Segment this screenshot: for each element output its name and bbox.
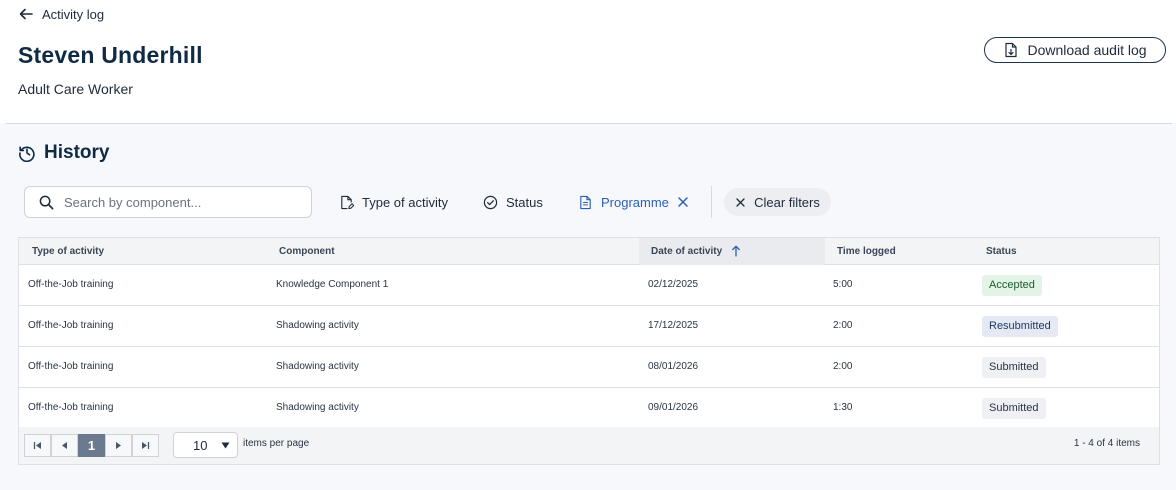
- cell-time: 1:30: [833, 402, 853, 413]
- page-header: Activity log Steven Underhill Adult Care…: [0, 0, 1176, 123]
- chevron-right-icon: [116, 442, 121, 449]
- cell-type: Off-the-Job training: [28, 402, 114, 413]
- items-per-page-label: items per page: [243, 438, 310, 449]
- cell-time: 2:00: [833, 320, 853, 331]
- filter-separator: [711, 186, 712, 218]
- last-page-button[interactable]: [132, 434, 159, 457]
- first-page-button[interactable]: [24, 434, 51, 457]
- arrow-up-icon[interactable]: [731, 245, 741, 257]
- cell-component: Shadowing activity: [276, 320, 359, 331]
- cell-type: Off-the-Job training: [28, 361, 114, 372]
- column-header-type[interactable]: Type of activity: [32, 238, 104, 265]
- close-icon[interactable]: [676, 195, 690, 209]
- clock-history-icon: [19, 146, 35, 162]
- activity-table: Type of activity Component Date of activ…: [18, 237, 1160, 465]
- download-audit-log-button[interactable]: Download audit log: [984, 37, 1166, 63]
- person-role: Adult Care Worker: [18, 81, 133, 97]
- filter-programme[interactable]: Programme: [578, 193, 669, 211]
- document-icon: [580, 195, 591, 209]
- table-row[interactable]: Off-the-Job training Shadowing activity …: [19, 347, 1159, 388]
- check-circle-icon: [483, 195, 498, 209]
- filter-status[interactable]: Status: [483, 193, 543, 211]
- history-heading: History: [18, 142, 109, 164]
- cell-time: 2:00: [833, 361, 853, 372]
- table-row[interactable]: Off-the-Job training Knowledge Component…: [19, 265, 1159, 306]
- file-download-icon: [1005, 42, 1018, 58]
- status-badge: Submitted: [982, 357, 1046, 378]
- filter-type-label: Type of activity: [362, 194, 448, 210]
- history-title: History: [44, 142, 110, 163]
- caret-down-icon: [221, 442, 230, 449]
- cell-type: Off-the-Job training: [28, 320, 114, 331]
- filter-type-of-activity[interactable]: Type of activity: [339, 193, 448, 211]
- previous-page-button[interactable]: [51, 434, 78, 457]
- chevron-left-icon: [62, 442, 67, 449]
- status-badge: Submitted: [982, 398, 1046, 419]
- cell-component: Shadowing activity: [276, 361, 359, 372]
- column-header-time[interactable]: Time logged: [837, 238, 896, 265]
- clear-filters-label: Clear filters: [754, 194, 820, 210]
- table-row[interactable]: Off-the-Job training Shadowing activity …: [19, 306, 1159, 347]
- next-page-button[interactable]: [105, 434, 132, 457]
- search-icon: [39, 195, 54, 209]
- cell-time: 5:00: [833, 279, 853, 290]
- filter-programme-label: Programme: [601, 194, 669, 210]
- download-audit-log-label: Download audit log: [1027, 42, 1147, 58]
- page-size-select[interactable]: 10: [173, 432, 238, 458]
- arrow-left-icon: [19, 8, 33, 20]
- page-title: Steven Underhill: [18, 42, 203, 68]
- status-badge: Accepted: [982, 275, 1042, 296]
- table-row[interactable]: Off-the-Job training Shadowing activity …: [19, 388, 1159, 429]
- clear-filters-button[interactable]: Clear filters: [724, 188, 831, 216]
- column-header-date[interactable]: Date of activity: [651, 238, 722, 265]
- pagination-bar: 1 10 items per page 1 - 4 of 4 items: [19, 427, 1159, 464]
- filter-status-label: Status: [506, 194, 543, 210]
- back-link-label: Activity log: [42, 6, 105, 22]
- page-info: 1 - 4 of 4 items: [1073, 438, 1140, 449]
- cell-date: 02/12/2025: [648, 279, 699, 290]
- cell-date: 09/01/2026: [648, 402, 699, 413]
- file-edit-icon: [341, 195, 354, 209]
- status-badge: Resubmitted: [982, 316, 1058, 337]
- search-input[interactable]: [64, 194, 294, 210]
- column-header-status[interactable]: Status: [986, 238, 1017, 265]
- last-page-icon: [142, 442, 150, 449]
- table-header: Type of activity Component Date of activ…: [19, 238, 1159, 265]
- cell-type: Off-the-Job training: [28, 279, 114, 290]
- search-field[interactable]: [24, 186, 312, 218]
- column-header-component[interactable]: Component: [279, 238, 335, 265]
- first-page-icon: [33, 442, 41, 449]
- cell-component: Knowledge Component 1: [276, 279, 389, 290]
- page-size-value: 10: [193, 437, 208, 453]
- cell-date: 08/01/2026: [648, 361, 699, 372]
- page-1-button[interactable]: 1: [78, 434, 105, 457]
- close-icon: [736, 197, 745, 207]
- cell-date: 17/12/2025: [648, 320, 699, 331]
- cell-component: Shadowing activity: [276, 402, 359, 413]
- header-divider: [6, 123, 1172, 124]
- back-link[interactable]: Activity log: [18, 5, 104, 23]
